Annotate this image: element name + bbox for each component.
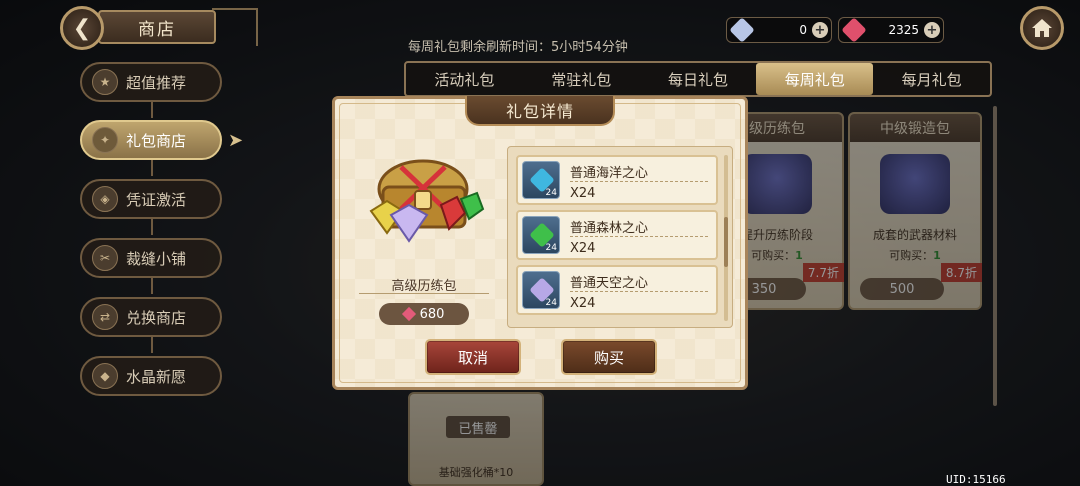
card-scrollbar[interactable]: [993, 106, 997, 406]
sidebar-item-label: 凭证激活: [126, 190, 187, 209]
sidebar-item-label: 兑换商店: [126, 308, 187, 327]
sky-heart-icon: 24: [522, 271, 560, 309]
divider: [570, 291, 708, 292]
gem-counter: 2325 +: [838, 17, 944, 43]
ticket-icon: ◈: [92, 186, 118, 212]
pack-card-desc: 成套的武器材料: [872, 228, 957, 242]
pack-card-title: 基础强化桶*10: [438, 466, 514, 479]
crystal-icon: ◆: [92, 363, 118, 389]
tab-permanent-packs[interactable]: 常驻礼包: [523, 63, 640, 95]
list-item[interactable]: 24 普通海洋之心 X24: [516, 155, 718, 205]
gem-icon: [401, 306, 416, 322]
sidebar-item-tailor[interactable]: ✂ 裁缝小铺: [80, 238, 222, 278]
item-quantity: X24: [570, 296, 596, 311]
sidebar-item-exchange[interactable]: ⇄ 兑换商店: [80, 297, 222, 337]
tab-monthly-packs[interactable]: 每月礼包: [873, 63, 990, 95]
exchange-icon: ⇄: [92, 304, 118, 330]
divider: [570, 236, 708, 237]
pack-detail-dialog: 礼包详情 高级历练包 680 24 普通海洋之心 X24 24 普通森林之心 X…: [332, 96, 748, 390]
list-item[interactable]: 24 普通天空之心 X24: [516, 265, 718, 315]
divider: [359, 293, 489, 294]
back-button[interactable]: ❮: [60, 6, 104, 50]
pack-price-value: 680: [419, 306, 445, 322]
star-icon: ★: [92, 69, 118, 95]
home-icon: [1032, 19, 1052, 37]
page-title: 商店: [98, 10, 216, 44]
crystal-icon: [729, 17, 755, 43]
active-arrow-icon: ➤: [228, 130, 244, 151]
gift-icon: ✦: [92, 127, 118, 153]
list-scroll-thumb[interactable]: [724, 217, 728, 267]
sold-out-card[interactable]: 已售罄 基础强化桶*10: [408, 392, 544, 486]
sidebar-connector: [151, 337, 153, 353]
forest-heart-icon: 24: [522, 216, 560, 254]
tab-bar: 活动礼包 常驻礼包 每日礼包 每周礼包 每月礼包: [404, 61, 992, 97]
gem-amount: 2325: [888, 23, 919, 37]
user-id: UID:15166: [946, 473, 1006, 486]
sidebar-connector: [151, 278, 153, 294]
list-item[interactable]: 24 普通森林之心 X24: [516, 210, 718, 260]
dialog-title: 礼包详情: [465, 96, 615, 126]
discount-badge: 8.7折: [940, 263, 982, 282]
ocean-heart-icon: 24: [522, 161, 560, 199]
treasure-chest-icon: [369, 159, 485, 243]
discount-badge: 7.7折: [802, 263, 844, 282]
tab-daily-packs[interactable]: 每日礼包: [640, 63, 757, 95]
title-decoration: [212, 8, 258, 46]
sidebar-item-value-recommend[interactable]: ★ 超值推荐: [80, 62, 222, 102]
add-gem-button[interactable]: +: [924, 22, 940, 38]
tab-weekly-packs[interactable]: 每周礼包: [756, 63, 874, 95]
divider: [570, 181, 708, 182]
item-name: 普通海洋之心: [570, 166, 649, 181]
chest-icon: [742, 154, 812, 214]
home-button[interactable]: [1020, 6, 1064, 50]
sold-out-badge: 已售罄: [446, 416, 510, 438]
pack-price: 680: [379, 303, 469, 325]
pack-card-title: 中级锻造包: [850, 114, 980, 142]
pack-card[interactable]: 中级锻造包 成套的武器材料 可购买：1 500 8.7折: [848, 112, 982, 310]
item-quantity: X24: [570, 241, 596, 256]
buy-button[interactable]: 购买: [561, 339, 657, 375]
cancel-button[interactable]: 取消: [425, 339, 521, 375]
sidebar-item-gift-shop[interactable]: ✦ 礼包商店: [80, 120, 222, 160]
tab-event-packs[interactable]: 活动礼包: [406, 63, 523, 95]
sidebar-connector: [151, 219, 153, 235]
needle-icon: ✂: [92, 245, 118, 271]
back-arrow-icon: ❮: [72, 15, 92, 41]
refresh-timer: 每周礼包剩余刷新时间：5小时54分钟: [408, 40, 628, 55]
crystal-counter: 0 +: [726, 17, 832, 43]
pack-card-limit: 可购买：1: [889, 249, 941, 262]
crystal-amount: 0: [799, 23, 807, 37]
sidebar-item-voucher[interactable]: ◈ 凭证激活: [80, 179, 222, 219]
sidebar-item-label: 水晶新愿: [126, 367, 187, 386]
sidebar-item-crystal-wish[interactable]: ◆ 水晶新愿: [80, 356, 222, 396]
sidebar-item-label: 超值推荐: [126, 73, 187, 92]
item-name: 普通森林之心: [570, 221, 649, 236]
item-quantity: X24: [570, 186, 596, 201]
sidebar-item-label: 裁缝小铺: [126, 249, 187, 268]
item-name: 普通天空之心: [570, 276, 649, 291]
pack-card-price: 500: [860, 278, 944, 300]
gem-icon: [841, 17, 867, 43]
pack-name: 高级历练包: [391, 279, 457, 294]
add-crystal-button[interactable]: +: [812, 22, 828, 38]
sidebar-item-label: 礼包商店: [126, 131, 187, 150]
chest-icon: [880, 154, 950, 214]
sidebar-connector: [151, 160, 153, 176]
reward-list[interactable]: 24 普通海洋之心 X24 24 普通森林之心 X24 24 普通天空之心 X2…: [507, 146, 733, 328]
sidebar-connector: [151, 102, 153, 118]
